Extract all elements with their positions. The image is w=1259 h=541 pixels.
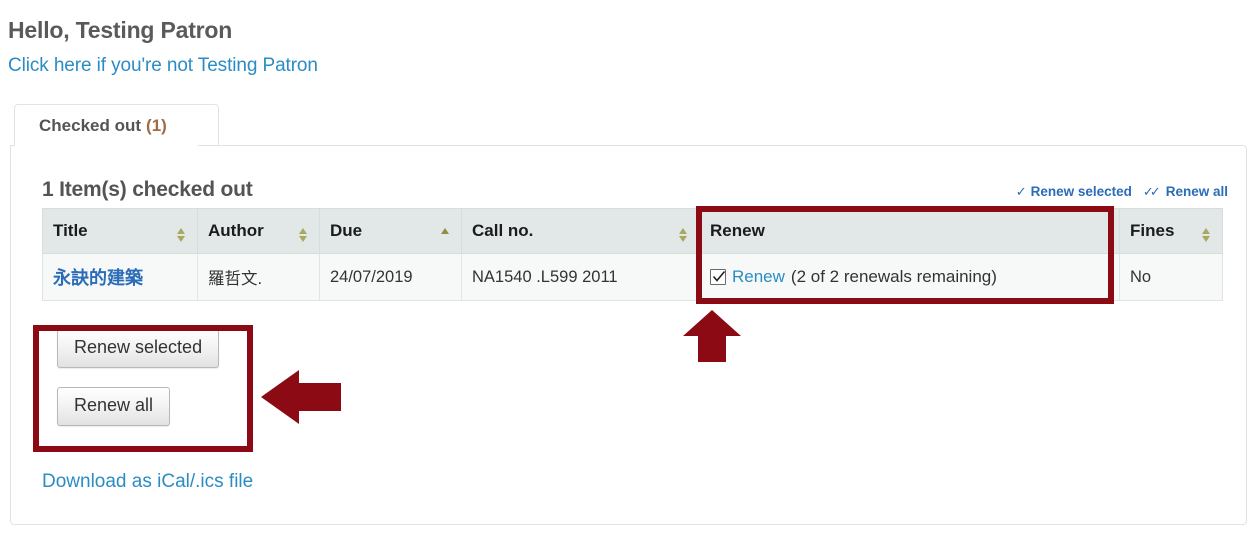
renew-selected-button[interactable]: Renew selected: [57, 329, 220, 368]
tab-strip: Checked out (1): [10, 104, 1247, 146]
double-check-icon: ✓✓: [1142, 184, 1161, 199]
checked-out-panel: 1 Item(s) checked out ✓ Renew selected ✓…: [10, 145, 1247, 525]
table-header-row: Title Author Due Call no. Renew Fines: [42, 208, 1223, 254]
cell-renew: Renew (2 of 2 renewals remaining): [699, 253, 1120, 301]
cell-title: 永訣的建築: [42, 253, 198, 301]
column-header-due[interactable]: Due: [319, 208, 462, 254]
panel-heading: 1 Item(s) checked out: [42, 178, 253, 201]
cell-fines: No: [1119, 253, 1223, 301]
renew-selected-link-label: Renew selected: [1030, 184, 1132, 199]
column-header-title[interactable]: Title: [42, 208, 198, 254]
column-header-fines-label: Fines: [1130, 221, 1175, 240]
column-header-renew: Renew: [699, 208, 1120, 254]
tab-panel-merge: [15, 144, 198, 147]
tab-checked-out-count: (1): [146, 115, 167, 135]
cell-call-no: NA1540 .L599 2011: [461, 253, 700, 301]
column-header-call-no[interactable]: Call no.: [461, 208, 700, 254]
sort-icon-due-ascending[interactable]: [441, 228, 450, 244]
tab-checked-out-label: Checked out: [39, 115, 142, 135]
column-header-author-label: Author: [208, 221, 264, 240]
bulk-action-links: ✓ Renew selected ✓✓ Renew all: [1016, 184, 1228, 199]
renew-button-group: Renew selected Renew all: [57, 329, 220, 426]
column-header-title-label: Title: [53, 221, 88, 240]
column-header-call-no-label: Call no.: [472, 221, 534, 240]
page-title: Hello, Testing Patron: [8, 17, 233, 44]
item-title-link[interactable]: 永訣的建築: [53, 268, 143, 288]
cell-due: 24/07/2019: [319, 253, 462, 301]
sort-icon-fines[interactable]: [1202, 228, 1211, 244]
renew-selected-link[interactable]: ✓ Renew selected: [1016, 184, 1132, 199]
download-ical-link[interactable]: Download as iCal/.ics file: [42, 471, 253, 493]
column-header-due-label: Due: [330, 221, 363, 240]
column-header-renew-label: Renew: [710, 221, 765, 240]
sort-icon-title[interactable]: [177, 228, 186, 244]
not-you-link[interactable]: Click here if you're not Testing Patron: [8, 55, 318, 77]
table-row: 永訣的建築 羅哲文. 24/07/2019 NA1540 .L599 2011 …: [42, 253, 1223, 301]
renewals-remaining-text: (2 of 2 renewals remaining): [790, 267, 997, 286]
renew-all-link-label: Renew all: [1165, 184, 1228, 199]
renew-all-button[interactable]: Renew all: [57, 386, 171, 426]
column-header-author[interactable]: Author: [197, 208, 320, 254]
renew-item-link[interactable]: Renew: [732, 267, 785, 287]
tab-checked-out[interactable]: Checked out (1): [14, 104, 219, 146]
column-header-fines[interactable]: Fines: [1119, 208, 1223, 254]
renew-checkbox[interactable]: [710, 269, 726, 285]
sort-icon-call-no[interactable]: [679, 228, 688, 244]
check-icon: ✓: [1015, 184, 1027, 199]
sort-icon-author[interactable]: [299, 228, 308, 244]
renew-all-link[interactable]: ✓✓ Renew all: [1143, 184, 1228, 199]
cell-author: 羅哲文.: [197, 253, 320, 301]
checked-out-table: Title Author Due Call no. Renew Fines 永訣…: [42, 208, 1223, 301]
